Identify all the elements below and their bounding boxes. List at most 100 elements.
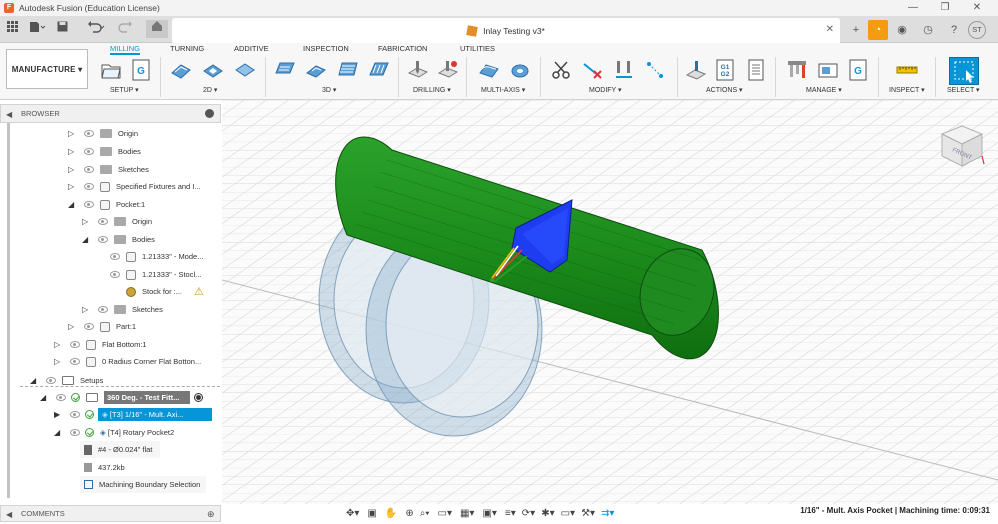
expand-icon[interactable]: ▷ xyxy=(68,165,76,174)
visibility-icon[interactable] xyxy=(70,341,80,348)
3d-pocket-icon[interactable] xyxy=(305,59,327,81)
tab-utilities[interactable]: UTILITIES xyxy=(460,44,495,55)
tree-item-operation[interactable]: ◢ ◈ [T4] Rotary Pocket2 xyxy=(54,424,174,441)
tree-item-origin[interactable]: ▷ Origin xyxy=(82,213,152,230)
rotary-icon[interactable] xyxy=(509,59,531,81)
group-inspect[interactable]: INSPECT ▾ xyxy=(889,86,925,94)
tree-item-nc-size[interactable]: 437.2kb xyxy=(80,459,133,476)
group-multiaxis[interactable]: MULTI-AXIS ▾ xyxy=(481,86,525,94)
canvas-viewport[interactable]: FRONT xyxy=(222,100,998,504)
user-avatar[interactable]: ST xyxy=(968,21,986,39)
simulate-icon[interactable] xyxy=(685,59,707,81)
tab-turning[interactable]: TURNING xyxy=(170,44,204,55)
browser-scrollbar[interactable] xyxy=(7,123,10,498)
minimize-button[interactable]: — xyxy=(898,1,928,15)
section-analysis-icon[interactable]: ≡▾ xyxy=(505,508,516,519)
tool-visibility-icon[interactable]: ▭▾ xyxy=(561,508,575,519)
expand-icon[interactable]: ▷ xyxy=(68,147,76,156)
active-setup-icon[interactable] xyxy=(194,393,203,402)
expand-icon[interactable]: ▷ xyxy=(68,182,76,191)
collapse-icon[interactable]: ◢ xyxy=(82,235,90,244)
zoom-icon[interactable]: ⊕ xyxy=(405,508,413,519)
save-icon[interactable] xyxy=(56,21,68,37)
zoom-window-icon[interactable]: ⌕▾ xyxy=(420,508,430,519)
visibility-icon[interactable] xyxy=(98,236,108,243)
post-process-icon[interactable]: G1G2 xyxy=(715,59,735,81)
tree-item-setups[interactable]: ◢ Setups xyxy=(30,372,103,389)
tree-item-stock[interactable]: Stock for :... ⚠ xyxy=(102,283,204,300)
link-points-icon[interactable] xyxy=(644,59,666,81)
toolpath-display-icon[interactable]: ⇉▾ xyxy=(601,508,614,519)
simulation-icon[interactable]: ⟳▾ xyxy=(522,508,535,519)
post-library-icon[interactable]: G xyxy=(848,59,868,81)
face-icon[interactable] xyxy=(234,59,256,81)
workspace-switcher[interactable]: MANUFACTURE ▾ xyxy=(6,49,88,89)
help-icon[interactable]: ? xyxy=(944,20,964,40)
tree-item-pocket[interactable]: ◢ Pocket:1 xyxy=(68,196,145,213)
expand-icon[interactable]: ▷ xyxy=(82,217,90,226)
setup-document-icon[interactable] xyxy=(746,59,766,81)
visibility-icon[interactable] xyxy=(70,429,80,436)
expand-icon[interactable]: ▷ xyxy=(82,305,90,314)
tab-milling[interactable]: MILLING xyxy=(110,44,141,55)
redo-icon[interactable] xyxy=(116,21,136,37)
visibility-icon[interactable] xyxy=(70,358,80,365)
tree-item-boundary[interactable]: Machining Boundary Selection xyxy=(80,476,207,493)
visibility-icon[interactable] xyxy=(84,201,94,208)
browser-options-icon[interactable] xyxy=(205,109,214,118)
tab-fabrication[interactable]: FABRICATION xyxy=(378,44,427,55)
visibility-icon[interactable] xyxy=(84,183,94,190)
visibility-icon[interactable] xyxy=(84,323,94,330)
pan-icon[interactable]: ✋ xyxy=(385,508,397,519)
tree-item-model-body[interactable]: 1.21333" - Mode... xyxy=(102,248,203,265)
tree-item-bodies[interactable]: ▷ Bodies xyxy=(68,143,141,160)
expand-icon[interactable]: ▷ xyxy=(54,340,62,349)
grid-settings-icon[interactable]: ▦▾ xyxy=(460,508,474,519)
file-menu-icon[interactable] xyxy=(28,21,46,37)
tree-item-bodies[interactable]: ◢ Bodies xyxy=(82,231,155,248)
new-setup-icon[interactable] xyxy=(100,59,122,81)
tree-item-stock-body[interactable]: 1.21333" - Stocl... xyxy=(102,266,201,283)
tab-inspection[interactable]: INSPECTION xyxy=(303,44,349,55)
hole-recognition-icon[interactable] xyxy=(437,59,459,81)
select-tool[interactable] xyxy=(949,57,979,85)
visibility-icon[interactable] xyxy=(84,148,94,155)
steep-shallow-icon[interactable] xyxy=(337,59,359,81)
expand-icon[interactable]: ▷ xyxy=(54,357,62,366)
close-button[interactable]: ✕ xyxy=(962,1,992,15)
2d-adaptive-icon[interactable] xyxy=(170,59,192,81)
group-setup[interactable]: SETUP ▾ xyxy=(110,86,139,94)
group-modify[interactable]: MODIFY ▾ xyxy=(589,86,622,94)
expand-icon[interactable]: ▶ xyxy=(54,410,62,419)
tree-item-part[interactable]: ▷ Part:1 xyxy=(68,318,136,335)
visibility-icon[interactable] xyxy=(46,377,56,384)
tool-orientation-icon[interactable] xyxy=(613,59,635,81)
visibility-icon[interactable] xyxy=(56,394,66,401)
effects-icon[interactable]: ✱▾ xyxy=(541,508,554,519)
collapse-icon[interactable]: ◢ xyxy=(68,200,76,209)
visibility-icon[interactable] xyxy=(98,306,108,313)
tree-item-operation-selected[interactable]: ▶ ◈ [T3] 1/16" - Mult. Axi... xyxy=(54,406,212,423)
scissors-icon[interactable] xyxy=(550,59,572,81)
tree-item-sketches[interactable]: ▷ Sketches xyxy=(68,161,149,178)
browser-header[interactable]: ◀ BROWSER xyxy=(0,104,221,123)
visibility-icon[interactable] xyxy=(84,166,94,173)
document-tab[interactable]: Inlay Testing v3* ✕ xyxy=(172,18,840,43)
3d-adaptive-icon[interactable] xyxy=(274,59,296,81)
display-settings-icon[interactable]: ▭▾ xyxy=(438,508,452,519)
tree-item-fixtures[interactable]: ▷ Specified Fixtures and I... xyxy=(68,178,201,195)
job-status-icon[interactable]: ◔ xyxy=(868,20,888,40)
viewports-icon[interactable]: ▣▾ xyxy=(482,508,496,519)
scallop-icon[interactable] xyxy=(368,59,390,81)
scene-svg[interactable]: FRONT xyxy=(222,100,998,504)
comments-panel[interactable]: ◀ COMMENTS ⊕ xyxy=(0,505,221,522)
2d-pocket-icon[interactable] xyxy=(202,59,224,81)
maximize-button[interactable]: ❐ xyxy=(930,1,960,15)
collapse-icon[interactable]: ◢ xyxy=(30,376,38,385)
new-tab-icon[interactable]: + xyxy=(846,20,866,40)
tab-additive[interactable]: ADDITIVE xyxy=(234,44,269,55)
collapse-triangle-icon[interactable]: ◀ xyxy=(6,110,12,119)
group-select[interactable]: SELECT ▾ xyxy=(947,86,980,94)
visibility-icon[interactable] xyxy=(70,411,80,418)
home-icon[interactable] xyxy=(146,20,168,38)
